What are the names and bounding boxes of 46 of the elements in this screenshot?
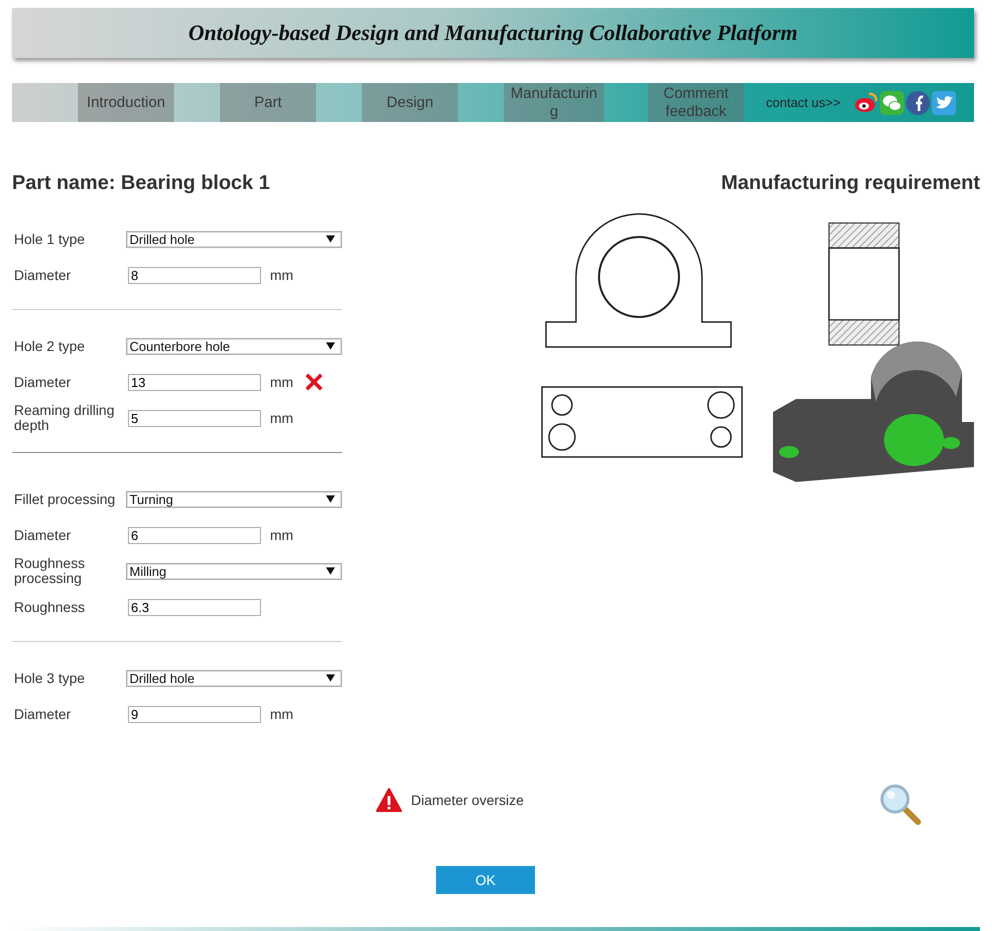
input-field[interactable]: 6.3 bbox=[128, 598, 261, 616]
field-label: Roughness processing bbox=[13, 556, 86, 586]
chat-bubbles-icon[interactable] bbox=[880, 90, 904, 114]
dropdown[interactable]: Counterbore hole bbox=[126, 338, 342, 354]
dropdown[interactable]: Drilled hole bbox=[126, 230, 342, 248]
input-field[interactable]: 6 bbox=[128, 526, 261, 544]
input-field[interactable]: 5 bbox=[128, 410, 261, 426]
unit-label: mm bbox=[270, 410, 294, 426]
input-field[interactable]: 8 bbox=[128, 266, 261, 284]
swirl-icon[interactable] bbox=[854, 90, 878, 114]
dropdown[interactable]: Milling bbox=[126, 562, 342, 580]
dropdown[interactable]: Turning bbox=[126, 490, 342, 508]
bird-icon[interactable] bbox=[932, 90, 956, 114]
requirement-heading: Manufacturing requirement bbox=[721, 172, 980, 195]
nav-tab[interactable]: Part bbox=[220, 83, 316, 122]
dropdown[interactable]: Drilled hole bbox=[126, 670, 342, 686]
unit-label: mm bbox=[270, 706, 294, 722]
field-label: Roughness bbox=[13, 600, 86, 614]
field-label: Diameter bbox=[13, 528, 72, 542]
unit-label: mm bbox=[270, 527, 294, 543]
warning-message: Diameter oversize bbox=[411, 792, 524, 808]
warning-icon bbox=[376, 788, 402, 812]
circle-icon[interactable] bbox=[906, 90, 930, 114]
search-icon[interactable] bbox=[878, 782, 922, 826]
field-label: Diameter bbox=[13, 268, 72, 282]
field-label: Hole 1 type bbox=[13, 232, 86, 246]
caret-icon bbox=[326, 235, 335, 243]
field-label: Diameter bbox=[13, 706, 72, 722]
field-label: Diameter bbox=[13, 374, 72, 390]
caret-icon bbox=[326, 495, 335, 503]
unit-label: mm bbox=[270, 267, 294, 283]
caret-icon bbox=[326, 674, 335, 682]
site-title: Ontology-based Design and Manufacturing Collaborative Platform bbox=[188, 20, 798, 46]
field-label: Fillet processing bbox=[13, 492, 116, 506]
contact-link[interactable]: contact us>> bbox=[766, 95, 840, 110]
field-label: Reaming drilling depth bbox=[13, 403, 116, 433]
nav-tab[interactable]: Introduction bbox=[78, 83, 174, 122]
input-field[interactable]: 9 bbox=[128, 706, 261, 722]
input-field[interactable]: 13 bbox=[128, 374, 261, 390]
caret-icon bbox=[326, 342, 335, 350]
field-label: Hole 2 type bbox=[13, 338, 86, 354]
caret-icon bbox=[326, 567, 335, 575]
unit-label: mm bbox=[270, 374, 294, 390]
nav-tab[interactable]: Design bbox=[362, 83, 458, 122]
part-name-heading: Part name: Bearing block 1 bbox=[12, 172, 271, 195]
field-label: Hole 3 type bbox=[13, 670, 86, 686]
